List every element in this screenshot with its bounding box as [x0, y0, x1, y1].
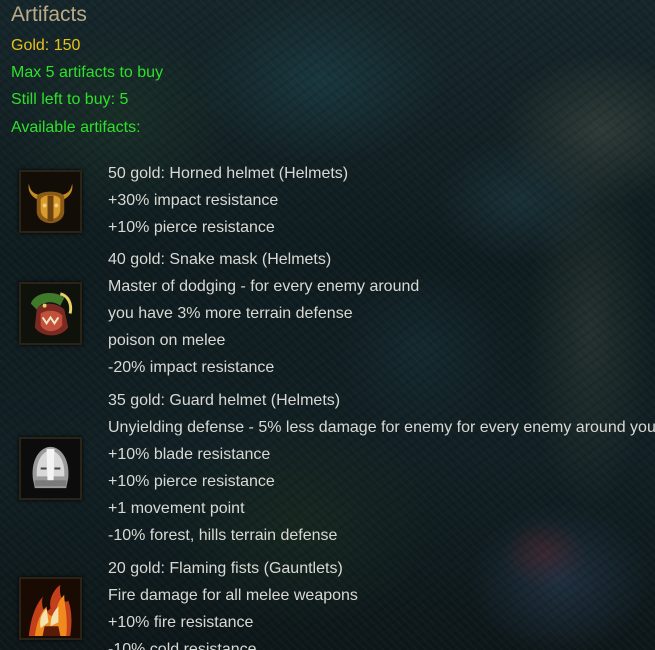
artifact-stat: +10% pierce resistance	[108, 219, 275, 236]
left-to-buy-info: Still left to buy: 5	[11, 91, 129, 108]
flaming-fists-icon[interactable]	[19, 577, 82, 640]
artifact-title: 35 gold: Guard helmet (Helmets)	[108, 392, 341, 409]
snake-mask-icon[interactable]	[19, 282, 82, 345]
artifact-stat: you have 3% more terrain defense	[108, 305, 353, 322]
horned-helmet-icon[interactable]	[19, 170, 82, 233]
max-buy-info: Max 5 artifacts to buy	[11, 64, 164, 81]
artifact-stat: +1 movement point	[108, 500, 245, 517]
guard-helmet-icon[interactable]	[19, 437, 82, 500]
artifact-stat: +10% pierce resistance	[108, 473, 275, 490]
gold-amount: Gold: 150	[11, 37, 81, 54]
artifact-stat: Unyielding defense - 5% less damage for …	[108, 419, 655, 436]
artifact-stat: -10% cold resistance	[108, 641, 257, 650]
artifact-stat: Master of dodging - for every enemy arou…	[108, 278, 420, 295]
artifact-stat: Fire damage for all melee weapons	[108, 587, 358, 604]
artifact-stat: +10% fire resistance	[108, 614, 254, 631]
artifact-stat: +30% impact resistance	[108, 192, 279, 209]
artifact-stat: poison on melee	[108, 332, 226, 349]
game-screen: Artifacts Gold: 150 Max 5 artifacts to b…	[0, 0, 655, 650]
artifact-stat: -20% impact resistance	[108, 359, 275, 376]
artifact-title: 40 gold: Snake mask (Helmets)	[108, 251, 332, 268]
available-artifacts-label: Available artifacts:	[11, 119, 141, 136]
artifact-stat: -10% forest, hills terrain defense	[108, 527, 338, 544]
artifact-stat: +10% blade resistance	[108, 446, 271, 463]
artifact-title: 50 gold: Horned helmet (Helmets)	[108, 165, 349, 182]
artifact-title: 20 gold: Flaming fists (Gauntlets)	[108, 560, 343, 577]
page-title: Artifacts	[11, 3, 87, 26]
